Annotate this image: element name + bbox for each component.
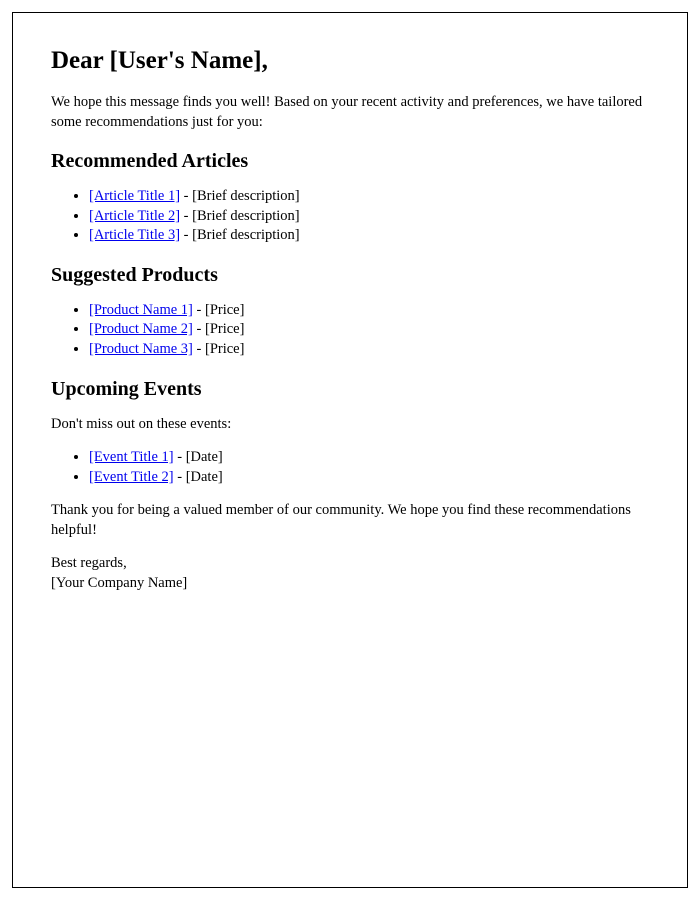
list-item: [Article Title 1] - [Brief description] [89, 187, 649, 207]
closing-paragraph: Best regards, [Your Company Name] [51, 554, 649, 593]
separator: - [180, 227, 192, 243]
document-page: Dear [User's Name], We hope this message… [12, 12, 688, 888]
signoff-line2: [Your Company Name] [51, 575, 187, 591]
list-item: [Article Title 2] - [Brief description] [89, 207, 649, 227]
events-intro: Don't miss out on these events: [51, 415, 649, 435]
thanks-paragraph: Thank you for being a valued member of o… [51, 501, 649, 540]
event-link[interactable]: [Event Title 1] [89, 449, 174, 465]
separator: - [193, 341, 205, 357]
products-list: [Product Name 1] - [Price] [Product Name… [51, 301, 649, 360]
product-link[interactable]: [Product Name 1] [89, 302, 193, 318]
separator: - [180, 188, 192, 204]
products-heading: Suggested Products [51, 264, 649, 287]
article-desc: [Brief description] [192, 188, 300, 204]
event-date: [Date] [186, 469, 223, 485]
article-link[interactable]: [Article Title 1] [89, 188, 180, 204]
signoff-line1: Best regards, [51, 555, 127, 571]
product-price: [Price] [205, 302, 244, 318]
articles-heading: Recommended Articles [51, 150, 649, 173]
list-item: [Product Name 3] - [Price] [89, 340, 649, 360]
separator: - [174, 469, 186, 485]
list-item: [Event Title 1] - [Date] [89, 448, 649, 468]
article-desc: [Brief description] [192, 208, 300, 224]
separator: - [193, 321, 205, 337]
events-heading: Upcoming Events [51, 378, 649, 401]
separator: - [180, 208, 192, 224]
article-link[interactable]: [Article Title 2] [89, 208, 180, 224]
separator: - [193, 302, 205, 318]
event-link[interactable]: [Event Title 2] [89, 469, 174, 485]
events-list: [Event Title 1] - [Date] [Event Title 2]… [51, 448, 649, 487]
product-link[interactable]: [Product Name 2] [89, 321, 193, 337]
product-link[interactable]: [Product Name 3] [89, 341, 193, 357]
list-item: [Article Title 3] - [Brief description] [89, 226, 649, 246]
separator: - [174, 449, 186, 465]
article-desc: [Brief description] [192, 227, 300, 243]
list-item: [Product Name 1] - [Price] [89, 301, 649, 321]
articles-list: [Article Title 1] - [Brief description] … [51, 187, 649, 246]
intro-paragraph: We hope this message finds you well! Bas… [51, 93, 649, 132]
event-date: [Date] [186, 449, 223, 465]
greeting-heading: Dear [User's Name], [51, 47, 649, 75]
list-item: [Product Name 2] - [Price] [89, 320, 649, 340]
product-price: [Price] [205, 321, 244, 337]
product-price: [Price] [205, 341, 244, 357]
article-link[interactable]: [Article Title 3] [89, 227, 180, 243]
list-item: [Event Title 2] - [Date] [89, 468, 649, 488]
